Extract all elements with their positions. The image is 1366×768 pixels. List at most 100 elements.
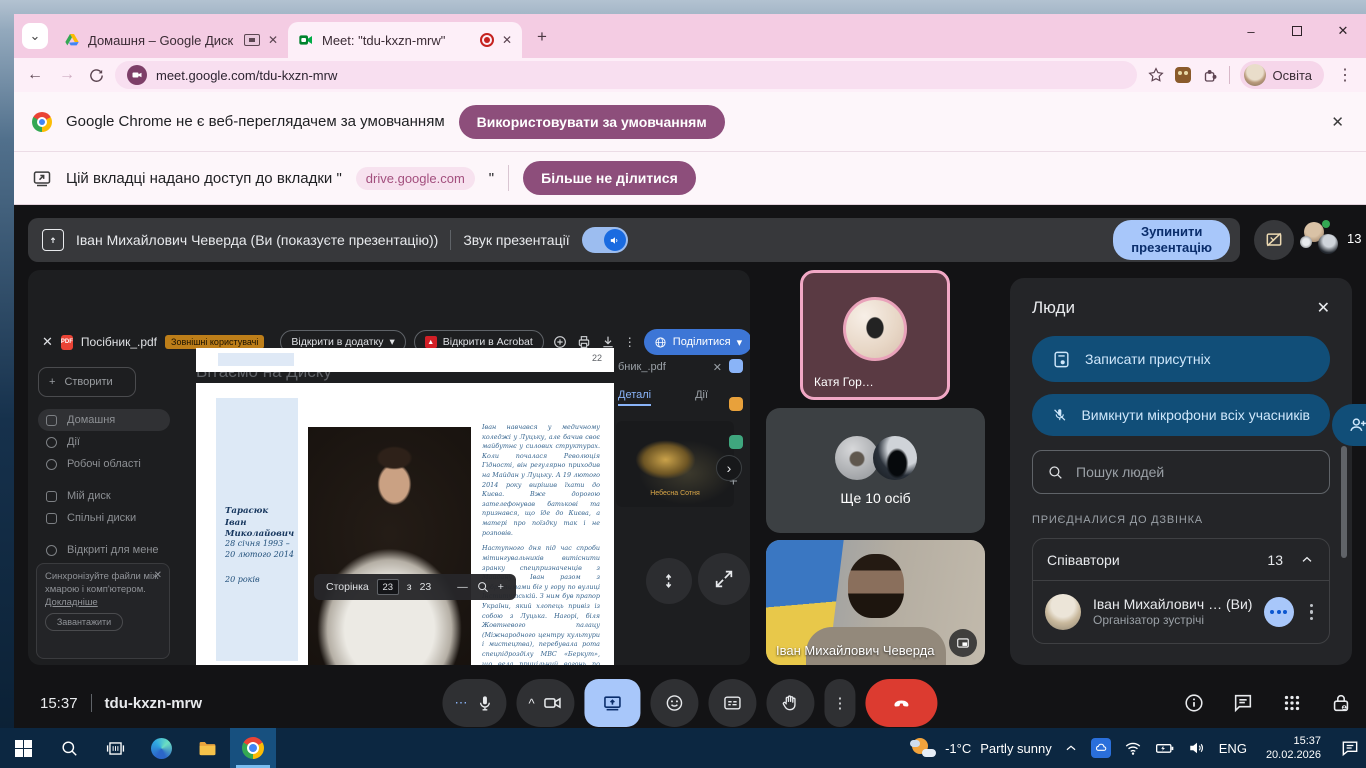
taskbar-weather[interactable]: -1°C Partly sunny xyxy=(898,737,1064,759)
chevron-up-icon[interactable] xyxy=(1299,552,1315,568)
presentation-sound-toggle[interactable] xyxy=(582,227,628,253)
reactions-button[interactable] xyxy=(651,679,699,727)
camera-options-icon[interactable]: ^ xyxy=(528,696,534,711)
mute-all-button[interactable]: Вимкнути мікрофони всіх учасників xyxy=(1032,394,1330,436)
taskbar-clock[interactable]: 15:37 20.02.2026 xyxy=(1260,734,1327,763)
drive-new-button[interactable]: + Створити xyxy=(38,367,136,397)
captions-button[interactable] xyxy=(709,679,757,727)
start-button[interactable] xyxy=(0,728,46,768)
participant-tile-others[interactable]: Ще 10 осіб xyxy=(766,408,985,533)
tab-details[interactable]: Деталі xyxy=(618,389,651,406)
task-view-icon[interactable] xyxy=(92,728,138,768)
drive-mydrive-item[interactable]: Мій диск xyxy=(38,485,170,507)
extensions-icon[interactable] xyxy=(1201,66,1219,84)
notice-close-icon[interactable]: ✕ xyxy=(1331,113,1344,131)
tray-expand-icon[interactable] xyxy=(1064,741,1078,755)
next-page-nav-button[interactable]: › xyxy=(716,455,742,481)
taskbar-search-icon[interactable] xyxy=(46,728,92,768)
new-tab-button[interactable]: + xyxy=(528,23,556,51)
tab-drive[interactable]: Домашня – Google Диск ✕ xyxy=(54,22,288,58)
promo-close-icon[interactable]: ✕ xyxy=(154,569,162,583)
forward-icon[interactable]: → xyxy=(56,66,78,84)
tab-search-icon[interactable]: ⌄ xyxy=(22,23,48,49)
tab-meet[interactable]: Meet: "tdu-kxzn-mrw" ✕ xyxy=(288,22,522,58)
drive-workspaces-item[interactable]: Робочі області xyxy=(38,453,170,475)
participants-avatars[interactable] xyxy=(1302,222,1342,260)
participant-tile-katya[interactable]: Катя Гор… xyxy=(800,270,950,400)
chrome-taskbar-icon[interactable] xyxy=(230,728,276,768)
stop-presentation-button[interactable]: Зупинити презентацію xyxy=(1113,220,1230,259)
camera-permission-icon[interactable] xyxy=(127,65,147,85)
file-explorer-icon[interactable] xyxy=(184,728,230,768)
drive-shareddrives-item[interactable]: Спільні диски xyxy=(38,507,170,529)
add-person-button[interactable] xyxy=(1332,404,1366,446)
minimize-button[interactable]: – xyxy=(1228,14,1274,48)
page-number-input[interactable]: 23 xyxy=(377,579,399,595)
participant-row[interactable]: Іван Михайлович … (Ви) Організатор зустр… xyxy=(1033,581,1329,643)
tab-media-icon[interactable] xyxy=(244,34,260,46)
stop-sharing-button[interactable]: Більше не ділитися xyxy=(523,161,696,195)
shared-screen-tile[interactable]: ✕ PDF Посібник_.pdf Зовнішні користувачі… xyxy=(28,270,750,665)
cohost-more-icon[interactable] xyxy=(1264,597,1294,627)
chat-icon[interactable] xyxy=(1232,692,1254,714)
record-attendance-button[interactable]: Записати присутніх xyxy=(1032,336,1330,382)
end-call-button[interactable] xyxy=(866,679,938,727)
viewer-close-icon[interactable]: ✕ xyxy=(42,334,53,350)
battery-icon[interactable] xyxy=(1155,738,1175,758)
people-search[interactable] xyxy=(1032,450,1330,494)
mic-options-icon[interactable]: ⋯ xyxy=(454,695,467,711)
cohosts-header[interactable]: Співавтори 13 xyxy=(1033,539,1329,581)
shared-site-chip[interactable]: drive.google.com xyxy=(356,167,475,190)
scroll-shared-content-button[interactable] xyxy=(646,558,692,604)
drive-sharedwithme-item[interactable]: Відкриті для мене xyxy=(38,539,170,561)
meeting-details-icon[interactable] xyxy=(1183,692,1205,714)
zoom-icon[interactable] xyxy=(476,580,490,594)
tab-activity[interactable]: Дії xyxy=(695,389,708,406)
drive-home-item[interactable]: Домашня xyxy=(38,409,170,431)
details-close-icon[interactable]: ✕ xyxy=(713,361,722,374)
reload-icon[interactable] xyxy=(88,67,105,84)
host-controls-lock-icon[interactable] xyxy=(1330,692,1352,714)
browser-menu-icon[interactable]: ⋮ xyxy=(1334,65,1356,85)
extension-owl-icon[interactable] xyxy=(1175,67,1191,83)
more-options-icon[interactable]: ⋮ xyxy=(624,335,636,349)
wifi-icon[interactable] xyxy=(1124,739,1142,757)
people-search-input[interactable] xyxy=(1076,464,1315,480)
address-bar[interactable]: meet.google.com/tdu-kxzn-mrw xyxy=(115,61,1137,89)
speaker-icon[interactable] xyxy=(1188,739,1206,757)
maximize-button[interactable] xyxy=(1274,14,1320,48)
more-controls-button[interactable]: ⋮ xyxy=(825,679,856,727)
zoom-in-icon[interactable]: + xyxy=(498,581,504,593)
raise-hand-button[interactable] xyxy=(767,679,815,727)
participant-tile-ivan[interactable]: Іван Михайлович Чеверда xyxy=(766,540,985,665)
set-default-button[interactable]: Використовувати за умовчанням xyxy=(459,105,725,139)
promo-download-button[interactable]: Завантажити xyxy=(45,613,123,631)
whiteboard-off-icon[interactable] xyxy=(1254,220,1294,260)
profile-chip[interactable]: Освіта xyxy=(1240,61,1324,89)
calendar-icon[interactable] xyxy=(729,359,743,373)
tasks-icon[interactable] xyxy=(729,435,743,449)
fullscreen-shared-content-button[interactable] xyxy=(698,553,750,605)
share-button[interactable]: Поділитися ▾ xyxy=(644,329,750,355)
tab-close-icon[interactable]: ✕ xyxy=(268,33,278,47)
picture-in-picture-icon[interactable] xyxy=(949,629,977,657)
mic-button[interactable]: ⋯ xyxy=(442,679,506,727)
edge-icon[interactable] xyxy=(138,728,184,768)
onedrive-icon[interactable] xyxy=(1091,738,1111,758)
notification-center-icon[interactable] xyxy=(1340,738,1360,758)
promo-learn-more-link[interactable]: Докладніше xyxy=(45,597,161,610)
keep-icon[interactable] xyxy=(729,397,743,411)
back-icon[interactable]: ← xyxy=(24,66,46,84)
camera-button[interactable]: ^ xyxy=(516,679,574,727)
drive-activity-item[interactable]: Дії xyxy=(38,431,170,453)
participant-menu-icon[interactable] xyxy=(1306,604,1318,621)
language-indicator[interactable]: ENG xyxy=(1219,741,1247,756)
panel-scrollbar[interactable] xyxy=(1341,446,1347,558)
tab-close-icon[interactable]: ✕ xyxy=(502,33,512,47)
close-button[interactable]: ✕ xyxy=(1320,14,1366,48)
present-button-active[interactable] xyxy=(585,679,641,727)
bookmark-star-icon[interactable] xyxy=(1147,66,1165,84)
panel-close-icon[interactable]: ✕ xyxy=(1317,298,1330,318)
activities-grid-icon[interactable] xyxy=(1281,692,1303,714)
zoom-out-icon[interactable]: — xyxy=(457,581,468,593)
